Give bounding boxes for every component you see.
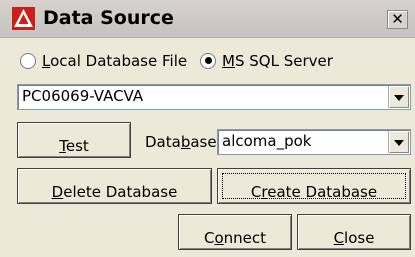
app-logo-icon xyxy=(12,7,35,30)
radio-local-label: Local Database File xyxy=(42,52,188,70)
test-button[interactable]: Test xyxy=(17,122,131,158)
data-source-dialog: Data Source ✕ Local Database File MS SQL… xyxy=(0,0,415,257)
create-database-label: Create Database xyxy=(250,183,378,201)
create-database-button[interactable]: Create Database xyxy=(217,168,411,204)
chevron-down-icon[interactable] xyxy=(388,86,409,108)
window-title: Data Source xyxy=(43,7,174,29)
connect-label: Connect xyxy=(203,229,267,247)
radio-local-database-file[interactable]: Local Database File xyxy=(20,52,187,72)
chevron-down-icon[interactable] xyxy=(388,131,409,153)
close-button[interactable]: Close xyxy=(297,214,411,250)
title-bar[interactable]: Data Source ✕ xyxy=(0,0,415,38)
close-window-button[interactable]: ✕ xyxy=(387,10,408,29)
connect-button[interactable]: Connect xyxy=(178,214,292,250)
test-button-label: Test xyxy=(59,137,89,155)
server-value: PC06069-VACVA xyxy=(22,87,144,105)
close-label: Close xyxy=(333,229,375,247)
radio-local-indicator[interactable] xyxy=(20,52,36,69)
delete-database-label: Delete Database xyxy=(51,183,178,201)
delete-database-button[interactable]: Delete Database xyxy=(17,168,212,204)
radio-mssql-label: MS SQL Server xyxy=(222,52,333,70)
server-combobox[interactable]: PC06069-VACVA xyxy=(17,84,411,110)
radio-ms-sql-server[interactable]: MS SQL Server xyxy=(200,52,333,72)
database-label: Database xyxy=(145,133,217,151)
database-combobox[interactable]: alcoma_pok xyxy=(217,129,411,155)
radio-mssql-indicator[interactable] xyxy=(200,52,216,69)
database-value: alcoma_pok xyxy=(222,132,312,150)
